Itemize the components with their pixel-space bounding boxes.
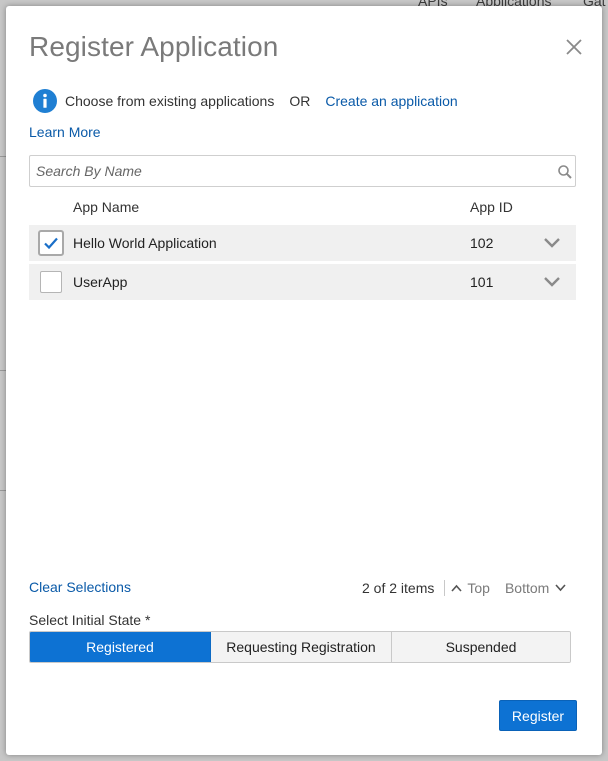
item-count: 2 of 2 items: [362, 580, 435, 596]
app-id: 102: [470, 235, 494, 251]
dialog-title: Register Application: [29, 31, 279, 62]
pager: 2 of 2 items Top Bottom: [362, 579, 566, 597]
top-label: Top: [467, 580, 490, 596]
chevron-down-icon: [555, 584, 566, 592]
app-name: Hello World Application: [73, 235, 217, 251]
learn-more-link[interactable]: Learn More: [29, 124, 101, 140]
or-text: OR: [289, 93, 311, 109]
row-checkbox[interactable]: [38, 230, 64, 256]
scroll-top-button[interactable]: Top: [451, 580, 490, 596]
chevron-up-icon: [451, 584, 462, 592]
state-option-registered[interactable]: Registered: [30, 632, 211, 662]
checkmark-icon: [44, 237, 58, 250]
register-application-dialog: Register Application Choose from existin…: [6, 6, 602, 755]
app-name: UserApp: [73, 274, 128, 290]
search-icon[interactable]: [557, 164, 573, 180]
row-checkbox[interactable]: [40, 271, 62, 293]
search-box: [29, 155, 576, 187]
search-input[interactable]: [30, 156, 545, 186]
create-application-link[interactable]: Create an application: [325, 93, 457, 109]
pager-divider: [444, 580, 446, 596]
initial-state-selector: Registered Requesting Registration Suspe…: [29, 631, 571, 663]
column-header-app-id: App ID: [470, 199, 513, 215]
register-button[interactable]: Register: [499, 700, 577, 731]
chevron-down-icon[interactable]: [543, 236, 561, 250]
info-text: Choose from existing applications: [65, 93, 275, 109]
close-button[interactable]: [562, 35, 586, 59]
clear-selections-link[interactable]: Clear Selections: [29, 579, 131, 595]
table-row[interactable]: Hello World Application 102: [29, 225, 576, 261]
initial-state-label: Select Initial State *: [29, 612, 151, 628]
state-option-requesting-registration[interactable]: Requesting Registration: [211, 632, 392, 662]
chevron-down-icon[interactable]: [543, 275, 561, 289]
scroll-bottom-button[interactable]: Bottom: [505, 580, 566, 596]
info-icon: [33, 89, 57, 113]
table-row[interactable]: UserApp 101: [29, 264, 576, 300]
info-row: Choose from existing applications OR Cre…: [33, 88, 458, 114]
app-id: 101: [470, 274, 494, 290]
state-option-suspended[interactable]: Suspended: [392, 632, 570, 662]
column-header-app-name: App Name: [73, 199, 140, 215]
close-icon: [566, 39, 582, 55]
bottom-label: Bottom: [504, 580, 550, 596]
